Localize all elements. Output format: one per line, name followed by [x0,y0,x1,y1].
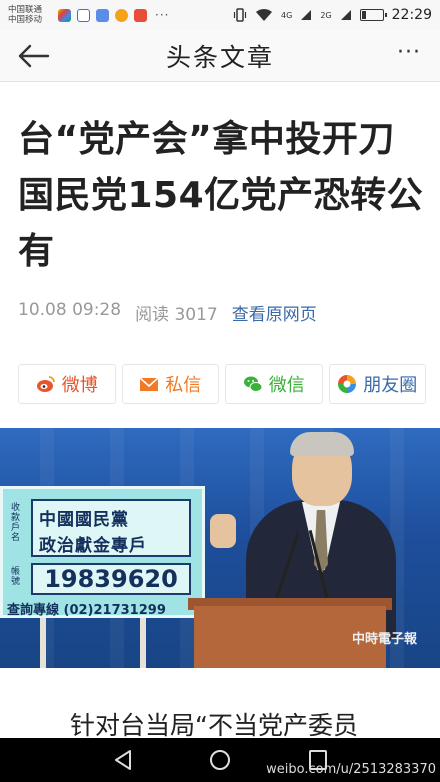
sign-label-account: 帳號 [11,567,21,587]
vibrate-icon [233,8,247,22]
wifi-icon [256,8,273,21]
more-notifications-icon: ··· [155,8,170,22]
photo-watermark: 中時電子報 [352,632,418,647]
status-right: 4G 2G 22:29 [233,7,432,23]
status-bar: 中国联通 中国移动 ··· 4G 2G 22:29 [0,0,440,30]
top-nav-bar: 头条文章 ··· [0,30,440,82]
share-moments-label: 朋友圈 [363,375,418,396]
sign-name-box: 中國國民黨 政治獻金專戶 [31,499,191,557]
battery-level [361,11,366,19]
article-photo[interactable]: 收款戶名 中國國民黨 政治獻金專戶 帳號 19839620 查詢專線 (02)2… [0,428,440,668]
signal-1-label: 4G [281,10,293,20]
sign-line-1: 中國國民黨 [39,510,129,530]
notes-icon [96,8,109,22]
sign-line-2: 政治獻金專戶 [39,536,147,556]
clock: 22:29 [391,7,432,23]
notification-icons [58,8,147,22]
mail-icon [139,377,159,391]
signal-2-icon [340,10,351,20]
share-moments-button[interactable]: 朋友圈 [328,364,426,404]
easel-leg [140,618,146,668]
signal-1-icon [301,10,312,20]
baidu-icon [77,8,90,22]
system-nav-bar: weibo.com/u/2513283370 [0,738,440,782]
wechat-icon [243,376,263,392]
back-button[interactable] [16,42,50,70]
carrier-info: 中国联通 中国移动 [8,5,52,25]
more-button[interactable]: ··· [392,42,426,70]
share-wechat-label: 微信 [268,375,305,396]
carrier-2: 中国移动 [8,15,43,25]
signal-2-label: 2G [320,10,332,20]
article-body: 针对台当局“不当党产委员 [70,711,358,740]
share-message-label: 私信 [165,375,202,396]
photo-app-icon [58,8,71,22]
share-weibo-label: 微博 [61,375,98,396]
battery-icon [359,9,387,21]
donation-sign: 收款戶名 中國國民黨 政治獻金專戶 帳號 19839620 查詢專線 (02)2… [0,486,205,618]
eye-icon [115,8,128,22]
moments-icon [338,375,357,393]
speaker-hand [210,514,236,548]
share-weibo-button[interactable]: 微博 [18,364,116,404]
share-bar: 微博 私信 微信 朋友圈 [18,364,426,404]
sign-label-payee: 收款戶名 [11,503,21,543]
screen: 中国联通 中国移动 ··· 4G 2G 22:29 头条文章 ··· 台“党产会… [0,0,440,782]
page-title: 头条文章 [165,42,274,72]
weibo-watermark: weibo.com/u/2513283370 [266,762,436,777]
share-wechat-button[interactable]: 微信 [225,364,323,404]
article-title: 台“党产会”拿中投开刀国民党154亿党产恐转公有 [18,119,424,272]
weibo-icon [36,376,55,392]
share-message-button[interactable]: 私信 [121,364,219,404]
publish-date: 10.08 09:28 [18,300,122,320]
app-notification-icon [134,8,147,22]
article-meta: 10.08 09:28 阅读 3017 查看原网页 [18,300,317,325]
read-count: 阅读 3017 [135,305,218,325]
sign-account-number: 19839620 [31,563,191,595]
system-home-icon[interactable] [208,749,232,771]
carrier-1: 中国联通 [8,5,43,15]
view-original-link[interactable]: 查看原网页 [232,300,317,325]
speaker-hair [290,432,354,456]
sign-hotline: 查詢專線 (02)21731299 [7,603,166,618]
easel-leg [40,618,46,668]
system-back-icon[interactable] [112,749,136,771]
back-arrow-icon [18,44,50,68]
